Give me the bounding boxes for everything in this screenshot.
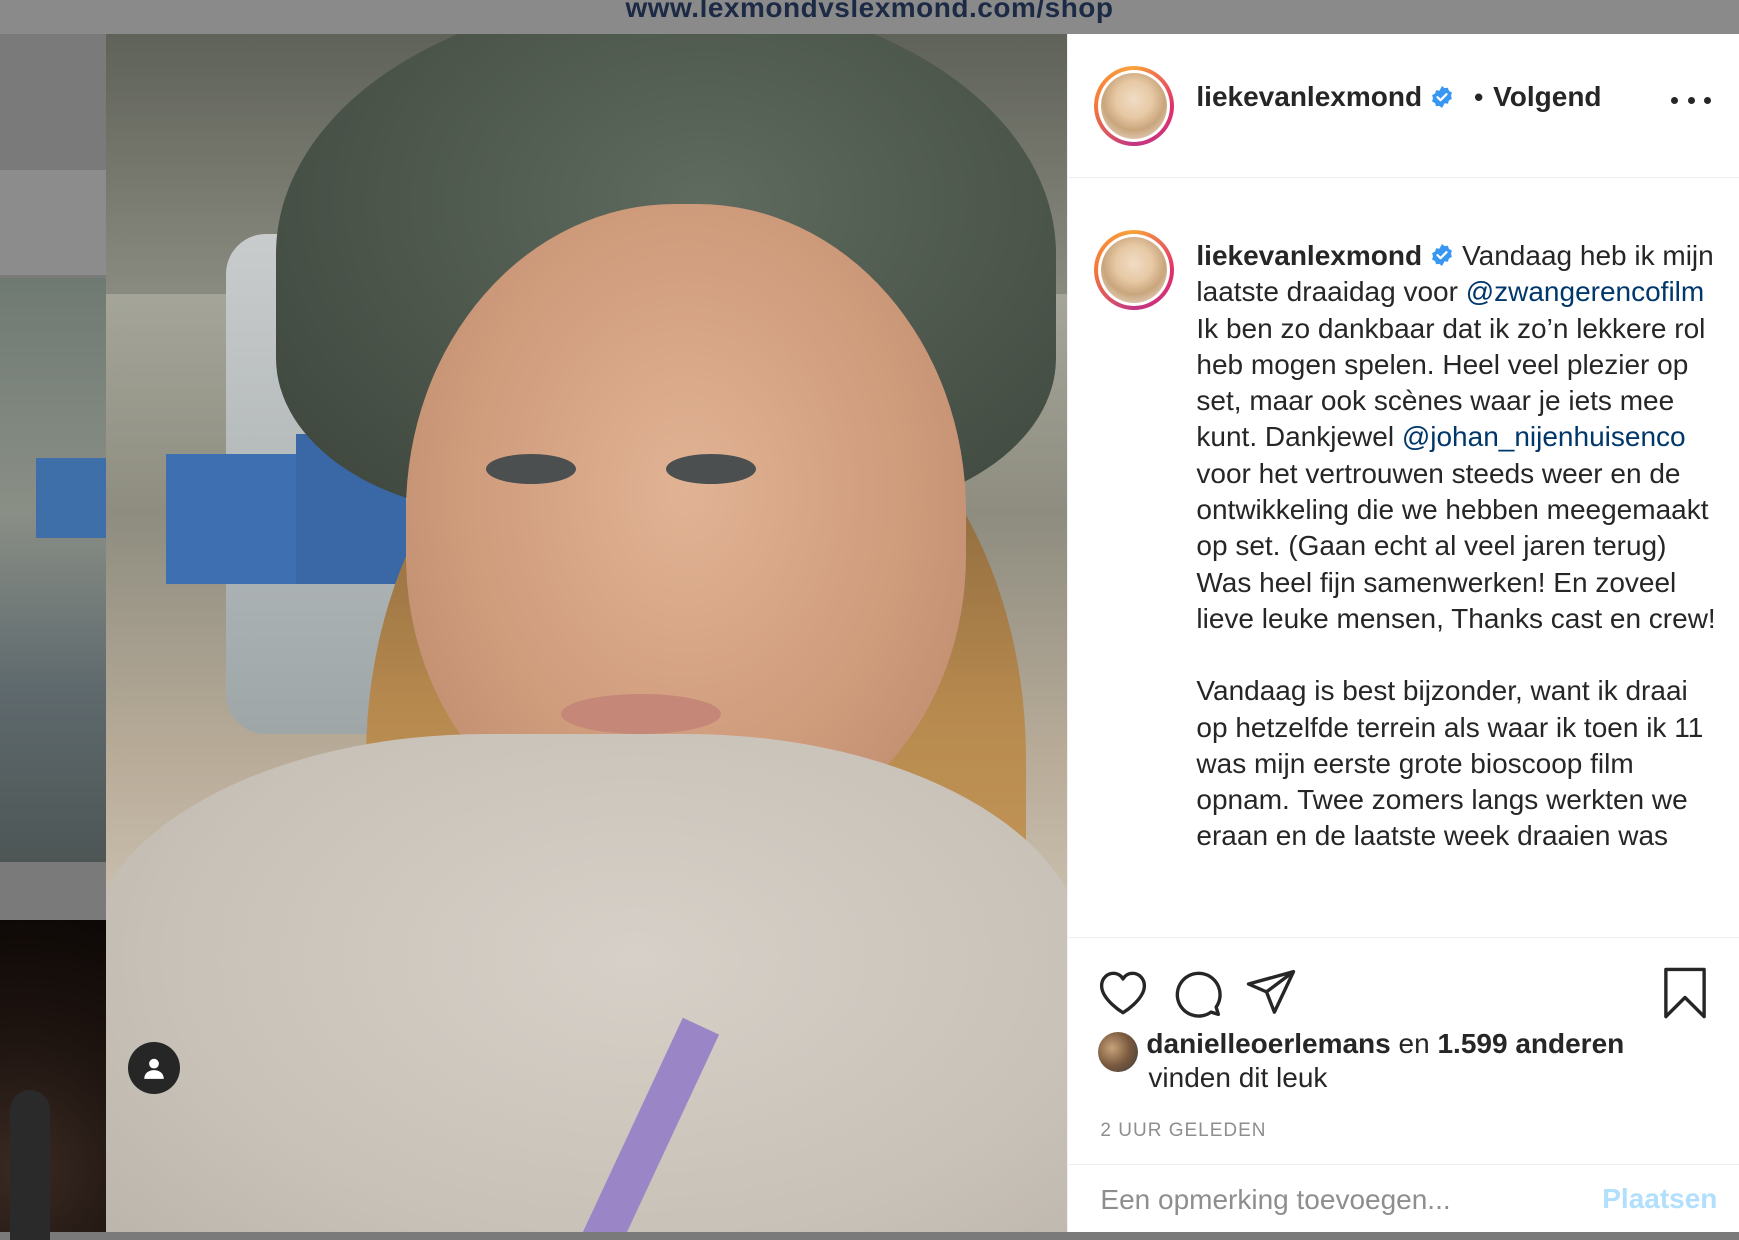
post-comment-button[interactable]: Plaatsen: [1602, 1183, 1717, 1215]
post-header: liekevanlexmond • Volgend: [1068, 34, 1739, 178]
caption-username[interactable]: liekevanlexmond: [1196, 240, 1422, 271]
background-thumbnail[interactable]: [0, 920, 106, 1240]
header-user: liekevanlexmond • Volgend: [1196, 81, 1601, 113]
post-modal: liekevanlexmond • Volgend liekevanlexmon…: [106, 34, 1739, 1232]
liker-username[interactable]: danielleoerlemans: [1146, 1028, 1390, 1059]
comment-input[interactable]: [1098, 1179, 1583, 1221]
post-actions: danielleoerlemans en 1.599 anderen vinde…: [1068, 937, 1739, 1233]
background-strip: [0, 170, 106, 275]
background-thumbnail[interactable]: [0, 278, 106, 862]
post-photo[interactable]: [106, 34, 1068, 1232]
likes-count[interactable]: 1.599 anderen: [1437, 1028, 1624, 1059]
user-tag-icon[interactable]: [128, 1042, 180, 1094]
avatar[interactable]: [1094, 230, 1175, 310]
caption-paragraph: Vandaag is best bijzonder, want ik draai…: [1196, 675, 1704, 852]
caption-text: voor het vertrouwen steeds weer en de on…: [1196, 457, 1716, 634]
background-url-text: www.lexmondvslexmond.com/shop: [625, 0, 1114, 23]
header-separator: •: [1474, 81, 1484, 112]
comment-icon[interactable]: [1170, 966, 1224, 1020]
more-horizontal-icon[interactable]: [1671, 90, 1712, 110]
comment-bar: Plaatsen: [1068, 1164, 1739, 1234]
likes-connector: en: [1398, 1028, 1430, 1059]
share-icon[interactable]: [1244, 966, 1298, 1020]
likes-suffix: vinden dit leuk: [1148, 1062, 1328, 1093]
verified-badge-icon: [1432, 243, 1452, 266]
follow-button[interactable]: Volgend: [1493, 81, 1601, 113]
post-caption: liekevanlexmond Vandaag heb ik mijn laat…: [1196, 238, 1716, 855]
heart-icon[interactable]: [1096, 966, 1150, 1020]
bookmark-icon[interactable]: [1658, 966, 1712, 1020]
avatar[interactable]: [1094, 66, 1175, 146]
avatar[interactable]: [1098, 1032, 1139, 1072]
post-timestamp[interactable]: 2 UUR GELEDEN: [1100, 1120, 1266, 1142]
caption-mention[interactable]: @johan_nijenhuisenco: [1402, 421, 1686, 452]
caption-mention[interactable]: @zwangerencofilm: [1466, 276, 1705, 307]
post-side-panel: liekevanlexmond • Volgend liekevanlexmon…: [1067, 34, 1739, 1232]
caption-area[interactable]: liekevanlexmond Vandaag heb ik mijn laat…: [1068, 178, 1739, 936]
verified-badge-icon: [1432, 86, 1452, 108]
header-username[interactable]: liekevanlexmond: [1196, 81, 1422, 113]
